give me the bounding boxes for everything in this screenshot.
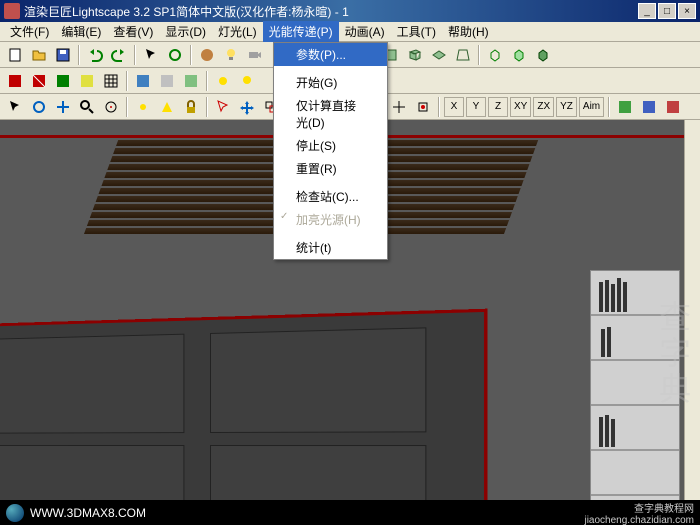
cube2-icon[interactable]: [508, 44, 530, 66]
menu-item-stop[interactable]: 停止(S): [274, 134, 387, 157]
app-icon: [4, 3, 20, 19]
view-persp-icon[interactable]: [452, 44, 474, 66]
menu-separator: [276, 233, 385, 234]
minimize-button[interactable]: _: [638, 3, 656, 19]
target-icon[interactable]: [100, 96, 122, 118]
check-icon: ✓: [280, 211, 288, 222]
snap4-icon[interactable]: [388, 96, 410, 118]
menu-tools[interactable]: 工具(T): [391, 21, 442, 42]
menu-separator: [276, 68, 385, 69]
undo-icon[interactable]: [84, 44, 106, 66]
footer-wm2: jiaocheng.chazidian.com: [584, 515, 694, 526]
close-button[interactable]: ×: [678, 3, 696, 19]
separator: [78, 45, 80, 65]
axis-xy[interactable]: XY: [510, 97, 531, 117]
separator: [206, 97, 208, 117]
window-title: 渲染巨匠Lightscape 3.2 SP1简体中文版(汉化作者:杨永暄) - …: [24, 3, 636, 20]
scrollbar-vertical[interactable]: [684, 120, 700, 500]
separator: [438, 97, 440, 117]
separator: [608, 97, 610, 117]
menu-edit[interactable]: 编辑(E): [55, 21, 107, 42]
bulb-icon[interactable]: [236, 70, 258, 92]
new-icon[interactable]: [4, 44, 26, 66]
separator: [126, 71, 128, 91]
pan-icon[interactable]: [52, 96, 74, 118]
menu-item-start[interactable]: 开始(G): [274, 71, 387, 94]
redo-icon[interactable]: [108, 44, 130, 66]
status-bar: WWW.3DMAX8.COM 查字典教程网 jiaocheng.chazidia…: [0, 500, 700, 525]
rotate-icon[interactable]: [164, 44, 186, 66]
cube3-icon[interactable]: [532, 44, 554, 66]
axis-zx[interactable]: ZX: [533, 97, 554, 117]
save-icon[interactable]: [52, 44, 74, 66]
title-bar: 渲染巨匠Lightscape 3.2 SP1简体中文版(汉化作者:杨永暄) - …: [0, 0, 700, 22]
menu-item-stats[interactable]: 统计(t): [274, 236, 387, 259]
move-icon[interactable]: [236, 96, 258, 118]
pick-icon[interactable]: [212, 96, 234, 118]
menu-light[interactable]: 灯光(L): [212, 21, 263, 42]
mesh1-icon[interactable]: [614, 96, 636, 118]
shade2-icon[interactable]: [28, 70, 50, 92]
shade1-icon[interactable]: [4, 70, 26, 92]
maximize-button[interactable]: □: [658, 3, 676, 19]
axis-x[interactable]: X: [444, 97, 464, 117]
menu-view[interactable]: 查看(V): [107, 21, 159, 42]
light-icon[interactable]: [220, 44, 242, 66]
wireframe-icon[interactable]: [52, 70, 74, 92]
menu-help[interactable]: 帮助(H): [442, 21, 495, 42]
separator: [206, 71, 208, 91]
view-side-icon[interactable]: [404, 44, 426, 66]
material-icon[interactable]: [196, 44, 218, 66]
tex1-icon[interactable]: [132, 70, 154, 92]
snap5-icon[interactable]: [412, 96, 434, 118]
view-top-icon[interactable]: [428, 44, 450, 66]
site-logo-icon: [6, 504, 24, 522]
menu-file[interactable]: 文件(F): [4, 21, 55, 42]
menu-item-label: 加亮光源(H): [296, 213, 361, 227]
axis-z[interactable]: Z: [488, 97, 508, 117]
mesh2-icon[interactable]: [638, 96, 660, 118]
camera-icon[interactable]: [244, 44, 266, 66]
separator: [126, 97, 128, 117]
mesh3-icon[interactable]: [662, 96, 684, 118]
light-point-icon[interactable]: [132, 96, 154, 118]
axis-aim[interactable]: Aim: [579, 97, 604, 117]
menu-bar: 文件(F) 编辑(E) 查看(V) 显示(D) 灯光(L) 光能传递(P) 动画…: [0, 22, 700, 42]
menu-item-reset[interactable]: 重置(R): [274, 157, 387, 180]
menu-item-params[interactable]: 参数(P)...: [274, 43, 387, 66]
bookshelf: [590, 270, 680, 500]
rotate-view-icon[interactable]: [28, 96, 50, 118]
menu-item-direct-only[interactable]: 仅计算直接光(D): [274, 94, 387, 134]
separator: [478, 45, 480, 65]
menu-separator: [276, 182, 385, 183]
cube1-icon[interactable]: [484, 44, 506, 66]
grid-icon[interactable]: [100, 70, 122, 92]
light-spot-icon[interactable]: [156, 96, 178, 118]
site-label: WWW.3DMAX8.COM: [30, 506, 146, 520]
menu-item-highlight-source[interactable]: ✓ 加亮光源(H): [274, 208, 387, 231]
zoom-icon[interactable]: [76, 96, 98, 118]
footer-wm1: 查字典教程网: [584, 500, 694, 515]
wall-panel: [0, 312, 484, 500]
menu-item-checkpoint[interactable]: 检查站(C)...: [274, 185, 387, 208]
open-icon[interactable]: [28, 44, 50, 66]
axis-yz[interactable]: YZ: [556, 97, 577, 117]
menu-display[interactable]: 显示(D): [159, 21, 212, 42]
hidden-icon[interactable]: [76, 70, 98, 92]
radiosity-menu: 参数(P)... 开始(G) 仅计算直接光(D) 停止(S) 重置(R) 检查站…: [273, 42, 388, 260]
select-icon[interactable]: [140, 44, 162, 66]
menu-anim[interactable]: 动画(A): [339, 21, 391, 42]
lock-icon[interactable]: [180, 96, 202, 118]
menu-radiosity[interactable]: 光能传递(P): [263, 21, 339, 42]
axis-y[interactable]: Y: [466, 97, 486, 117]
sun-icon[interactable]: [212, 70, 234, 92]
tex2-icon[interactable]: [156, 70, 178, 92]
separator: [134, 45, 136, 65]
tex3-icon[interactable]: [180, 70, 202, 92]
arrow-icon[interactable]: [4, 96, 26, 118]
separator: [190, 45, 192, 65]
